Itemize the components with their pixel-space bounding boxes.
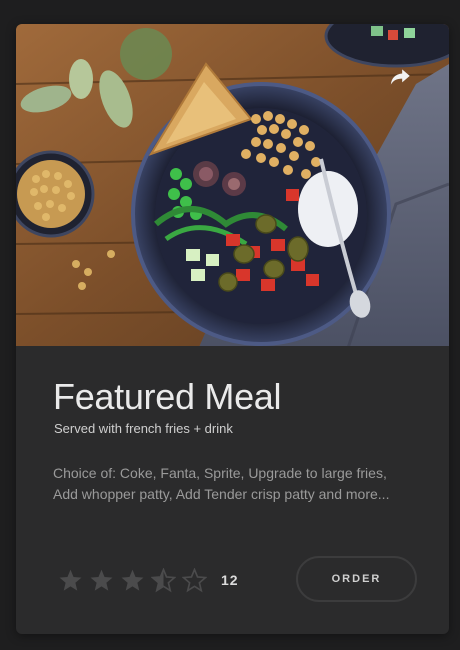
star-half-icon-4[interactable] [151,567,176,593]
meal-description: Choice of: Coke, Fanta, Sprite, Upgrade … [53,465,390,502]
star-icon-1[interactable] [58,568,83,593]
meal-photo [16,24,449,346]
share-arrow-icon[interactable] [387,64,413,90]
rating-count: 12 [221,572,239,588]
order-button[interactable]: ORDER [296,556,417,602]
star-outline-icon-5[interactable] [182,567,207,593]
meal-subtitle: Served with french fries + drink [54,421,233,436]
meal-title: Featured Meal [53,376,282,417]
star-icon-3[interactable] [120,568,145,593]
meal-card: Featured Meal Served with french fries +… [16,24,449,634]
star-icon-2[interactable] [89,568,114,593]
star-rating[interactable]: 12 [58,566,239,594]
